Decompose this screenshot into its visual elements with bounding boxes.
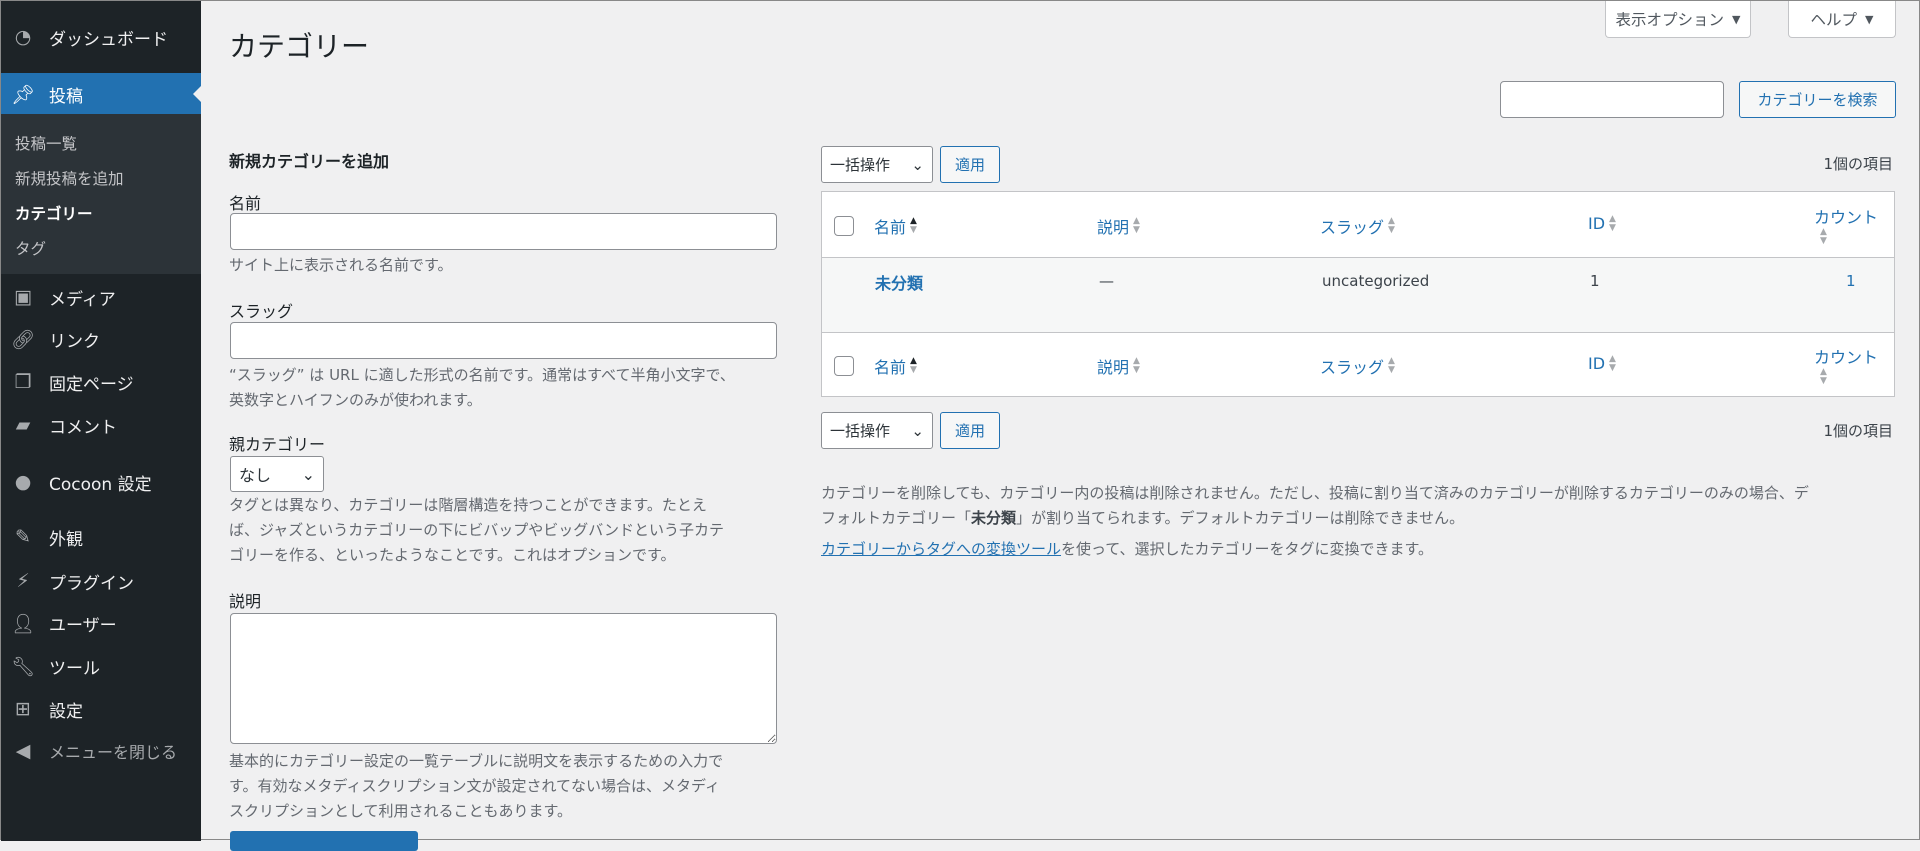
sort-icon: ▲ ▼ [1609, 353, 1616, 373]
column-description-footer[interactable]: 説明 ▲ ▼ [1097, 354, 1140, 378]
menu-links[interactable]: 🔗︎ リンク [1, 319, 201, 359]
name-input[interactable] [230, 213, 777, 250]
column-name[interactable]: 名前 ▲ ▼ [874, 214, 917, 238]
menu-comments[interactable]: ▰ コメント [1, 405, 201, 445]
parent-category-select[interactable]: なし ⌄ [230, 456, 324, 492]
user-icon: 👤︎ [10, 612, 36, 635]
plugin-icon: ⚡︎ [16, 570, 30, 592]
category-name-link[interactable]: 未分類 [875, 270, 923, 294]
collapse-icon: ◀ [15, 740, 31, 762]
name-help: サイト上に表示される名前です。 [229, 256, 453, 274]
sort-icon: ▲ ▼ [910, 356, 917, 375]
parent-label: 親カテゴリー [229, 435, 326, 454]
slug-help: “スラッグ” は URL に適した形式の名前です。通常はすべて半角小文字で、 英数… [229, 366, 735, 409]
settings-icon: ⊞ [15, 698, 31, 720]
sort-icon: ▲ ▼ [1133, 216, 1140, 235]
submenu-categories[interactable]: カテゴリー [15, 202, 93, 224]
sort-icon: ▲ ▼ [1820, 367, 1827, 386]
comment-icon: ▰ [15, 414, 31, 436]
chevron-down-icon: ⌄ [911, 155, 924, 174]
slug-input[interactable] [230, 322, 777, 359]
pages-icon: ❐ [14, 371, 32, 393]
description-help: 基本的にカテゴリー設定の一覧テーブルに説明文を表示するための入力で す。有効なメタ… [229, 752, 724, 820]
delete-note: カテゴリーを削除しても、カテゴリー内の投稿は削除されません。ただし、投稿に割り当… [821, 484, 1809, 527]
search-categories-button[interactable]: カテゴリーを検索 [1739, 81, 1896, 118]
category-tag-converter-link[interactable]: カテゴリーからタグへの変換ツール [821, 540, 1061, 558]
link-icon: 🔗︎ [10, 328, 36, 351]
page-title: カテゴリー [229, 30, 370, 63]
converter-note: カテゴリーからタグへの変換ツールを使って、選択したカテゴリーをタグに変換できます… [821, 540, 1434, 558]
column-count-footer[interactable]: カウント ▲ ▼ [1814, 344, 1878, 386]
parent-help: タグとは異なり、カテゴリーは階層構造を持つことができます。たとえ ば、ジャズという… [229, 496, 725, 564]
description-label: 説明 [229, 592, 262, 611]
sort-icon: ▲ ▼ [1609, 213, 1616, 233]
categories-table: 名前 ▲ ▼ 説明 ▲ ▼ スラッグ ▲ ▼ ID ▲ ▼ カウント ▲ ▼ 未分類 — uncat… [821, 191, 1895, 397]
menu-media[interactable]: ▣ メディア [1, 277, 201, 317]
submenu-all-posts[interactable]: 投稿一覧 [15, 132, 77, 154]
admin-sidebar: ◔ ダッシュボード 📌︎ 投稿 投稿一覧 新規投稿を追加 カテゴリー タグ ▣ メディ… [1, 1, 201, 841]
category-count-link[interactable]: 1 [1846, 272, 1856, 290]
column-name-footer[interactable]: 名前 ▲ ▼ [874, 354, 917, 378]
caret-down-icon: ▼ [1865, 12, 1874, 26]
column-description[interactable]: 説明 ▲ ▼ [1097, 214, 1140, 238]
column-count[interactable]: カウント ▲ ▼ [1814, 204, 1878, 246]
sort-icon: ▲ ▼ [910, 216, 917, 235]
submenu-tags[interactable]: タグ [15, 237, 46, 259]
table-footer: 名前 ▲ ▼ 説明 ▲ ▼ スラッグ ▲ ▼ ID ▲ ▼ カウント ▲ ▼ [822, 333, 1894, 397]
sort-icon: ▲ ▼ [1388, 216, 1395, 235]
media-icon: ▣ [14, 286, 32, 308]
sort-icon: ▲ ▼ [1388, 356, 1395, 375]
category-id: 1 [1590, 272, 1600, 290]
menu-posts[interactable]: 📌︎ 投稿 [1, 73, 201, 115]
table-header: 名前 ▲ ▼ 説明 ▲ ▼ スラッグ ▲ ▼ ID ▲ ▼ カウント ▲ ▼ [822, 192, 1894, 258]
bulk-actions-select-bottom[interactable]: 一括操作 ⌄ [821, 412, 933, 449]
chevron-down-icon: ⌄ [301, 464, 315, 484]
sort-icon: ▲ ▼ [1820, 227, 1827, 246]
column-slug[interactable]: スラッグ ▲ ▼ [1320, 214, 1395, 238]
column-id-footer[interactable]: ID ▲ ▼ [1588, 354, 1616, 373]
table-row: 未分類 — uncategorized 1 1 [822, 258, 1894, 333]
add-category-heading: 新規カテゴリーを追加 [229, 152, 390, 171]
category-slug: uncategorized [1322, 272, 1430, 290]
pin-icon: 📌︎ [10, 83, 36, 106]
menu-dashboard[interactable]: ◔ ダッシュボード [1, 17, 201, 57]
add-category-button[interactable] [230, 831, 418, 851]
menu-appearance[interactable]: ✎ 外観 [1, 517, 201, 557]
sort-icon: ▲ ▼ [1133, 356, 1140, 375]
tools-icon: 🔧︎ [10, 655, 36, 678]
slug-label: スラッグ [229, 302, 294, 321]
category-description: — [1099, 272, 1114, 290]
chevron-down-icon: ⌄ [911, 421, 924, 440]
help-button[interactable]: ヘルプ ▼ [1788, 1, 1896, 38]
bulk-actions-select-top[interactable]: 一括操作 ⌄ [821, 146, 933, 183]
cocoon-icon: ● [14, 471, 32, 493]
description-textarea[interactable] [230, 613, 777, 744]
apply-button-top[interactable]: 適用 [940, 146, 1000, 183]
caret-down-icon: ▼ [1732, 12, 1741, 26]
appearance-icon: ✎ [15, 526, 31, 548]
posts-submenu: 投稿一覧 新規投稿を追加 カテゴリー タグ [1, 114, 201, 274]
menu-settings[interactable]: ⊞ 設定 [1, 689, 201, 729]
apply-button-bottom[interactable]: 適用 [940, 412, 1000, 449]
select-all-checkbox[interactable] [834, 216, 854, 236]
search-input[interactable] [1500, 81, 1724, 118]
menu-pages[interactable]: ❐ 固定ページ [1, 362, 201, 402]
screen-options-button[interactable]: 表示オプション ▼ [1605, 1, 1751, 38]
menu-plugins[interactable]: ⚡︎ プラグイン [1, 561, 201, 601]
menu-users[interactable]: 👤︎ ユーザー [1, 603, 201, 643]
menu-tools[interactable]: 🔧︎ ツール [1, 646, 201, 686]
menu-collapse[interactable]: ◀ メニューを閉じる [1, 731, 201, 771]
item-count-top: 1個の項目 [1823, 155, 1893, 173]
name-label: 名前 [229, 194, 262, 213]
select-all-checkbox-footer[interactable] [834, 356, 854, 376]
column-slug-footer[interactable]: スラッグ ▲ ▼ [1320, 354, 1395, 378]
menu-cocoon[interactable]: ● Cocoon 設定 [1, 462, 201, 502]
dashboard-icon: ◔ [14, 26, 32, 48]
column-id[interactable]: ID ▲ ▼ [1588, 214, 1616, 233]
submenu-add-post[interactable]: 新規投稿を追加 [15, 167, 124, 189]
item-count-bottom: 1個の項目 [1823, 422, 1893, 440]
